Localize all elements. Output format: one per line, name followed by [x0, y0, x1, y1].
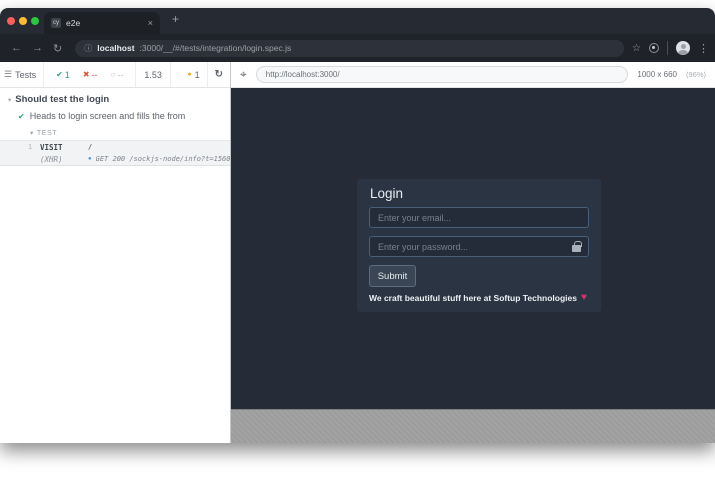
test-title: Heads to login screen and fills the from — [30, 111, 186, 121]
submit-button[interactable]: Submit — [369, 265, 416, 287]
cypress-favicon-icon: cy — [51, 18, 61, 28]
browser-tab[interactable]: cy e2e × — [44, 12, 160, 34]
viewport-scale: (96%) — [686, 70, 706, 79]
passed-stat: ✔ 1 — [51, 70, 75, 80]
login-card: Login Submit We craft beautiful stuff he… — [357, 179, 601, 312]
heart-icon: ♥ — [581, 292, 587, 303]
tab-title: e2e — [66, 18, 143, 28]
command-group-row[interactable]: ▾ TEST — [0, 125, 230, 140]
iframe-bottom-gutter — [231, 409, 715, 443]
command-row-visit[interactable]: 1 VISIT / — [0, 140, 230, 153]
password-field[interactable] — [369, 236, 589, 257]
command-message: / — [88, 143, 92, 151]
url-host: localhost — [97, 43, 134, 53]
new-tab-button[interactable]: + — [172, 12, 179, 26]
command-name: VISIT — [40, 143, 88, 152]
zoom-window-button[interactable] — [31, 17, 39, 25]
tests-button[interactable]: ☰ Tests — [0, 62, 44, 87]
browser-window: cy e2e × + ← → ↻ ⓘ localhost :3000/__/#/t… — [0, 8, 715, 443]
spec-list-icon[interactable]: ☰ — [4, 69, 12, 80]
failed-stat: ✖ -- — [78, 70, 103, 80]
test-passed-icon: ✔ — [18, 112, 25, 121]
reporter-sidebar: ☰ Tests ✔ 1 ✖ -- ○ — [0, 62, 231, 443]
browser-actions: ☆ ⋮ — [632, 41, 709, 55]
command-number: 1 — [0, 144, 40, 151]
cypress-runner: ☰ Tests ✔ 1 ✖ -- ○ — [0, 62, 715, 443]
suite-title: Should test the login — [15, 94, 109, 105]
url-path: :3000/__/#/tests/integration/login.spec.… — [140, 43, 292, 53]
site-info-icon[interactable]: ⓘ — [84, 43, 92, 54]
tests-label: Tests — [15, 70, 36, 80]
pending-stat: ○ -- — [106, 70, 129, 80]
command-message: GET 200 /sockjs-node/info?t=1560726048… — [96, 155, 230, 163]
pending-icon: ○ — [111, 70, 116, 79]
suite-row[interactable]: ▾ Should test the login — [0, 90, 230, 107]
changes-indicator[interactable]: ● 1 — [180, 62, 206, 87]
pending-count: -- — [117, 70, 123, 80]
passed-icon: ✔ — [56, 70, 63, 79]
reload-icon[interactable]: ↻ — [48, 42, 67, 55]
address-bar[interactable]: ⓘ localhost :3000/__/#/tests/integration/… — [75, 40, 624, 57]
rerun-icon: ↻ — [215, 69, 223, 80]
failed-icon: ✖ — [83, 70, 90, 79]
test-stats: ✔ 1 ✖ -- ○ -- — [44, 62, 135, 87]
viewport-size: 1000 x 660 — [637, 70, 677, 79]
password-field-wrap — [369, 236, 589, 257]
reporter-toolbar: ☰ Tests ✔ 1 ✖ -- ○ — [0, 62, 230, 88]
aut-url-bar[interactable]: http://localhost:3000/ — [256, 66, 629, 83]
profile-avatar[interactable] — [676, 41, 690, 55]
footer-text: We craft beautiful stuff here at Softup … — [369, 293, 577, 303]
extension-icon[interactable] — [649, 43, 659, 53]
close-window-button[interactable] — [7, 17, 15, 25]
run-duration: 1.53 — [135, 62, 171, 87]
browser-tabstrip: cy e2e × + — [0, 8, 715, 34]
login-title: Login — [370, 186, 403, 201]
login-footer: We craft beautiful stuff here at Softup … — [369, 292, 587, 303]
command-row-xhr[interactable]: (XHR) ● GET 200 /sockjs-node/info?t=1560… — [0, 153, 230, 166]
browser-menu-icon[interactable]: ⋮ — [698, 42, 709, 55]
screenshot: cy e2e × + ← → ↻ ⓘ localhost :3000/__/#/t… — [0, 0, 715, 480]
forward-icon[interactable]: → — [27, 42, 48, 54]
back-icon[interactable]: ← — [6, 42, 27, 54]
group-collapse-icon[interactable]: ▾ — [30, 129, 34, 137]
email-field[interactable] — [369, 207, 589, 228]
browser-toolbar: ← → ↻ ⓘ localhost :3000/__/#/tests/integr… — [0, 34, 715, 62]
minimize-window-button[interactable] — [19, 17, 27, 25]
command-name: (XHR) — [40, 155, 88, 164]
selector-playground-icon[interactable]: ⌖ — [240, 67, 247, 82]
failed-count: -- — [92, 70, 98, 80]
rerun-tests-button[interactable]: ↻ — [207, 62, 230, 87]
aut-header: ⌖ http://localhost:3000/ 1000 x 660 (96%… — [231, 62, 715, 88]
changes-dot-icon: ● — [187, 71, 191, 78]
tab-close-icon[interactable]: × — [148, 18, 153, 28]
bookmark-star-icon[interactable]: ☆ — [632, 43, 641, 54]
aut-iframe: Login Submit We craft beautiful stuff he… — [231, 88, 715, 409]
changes-count: 1 — [195, 70, 200, 80]
group-label: TEST — [37, 130, 57, 137]
suite-collapse-icon[interactable]: ▾ — [8, 96, 11, 104]
toolbar-divider — [667, 41, 668, 55]
lock-icon — [572, 245, 581, 252]
passed-count: 1 — [65, 70, 70, 80]
test-row[interactable]: ✔ Heads to login screen and fills the fr… — [0, 107, 230, 125]
xhr-dot-icon: ● — [88, 156, 92, 162]
